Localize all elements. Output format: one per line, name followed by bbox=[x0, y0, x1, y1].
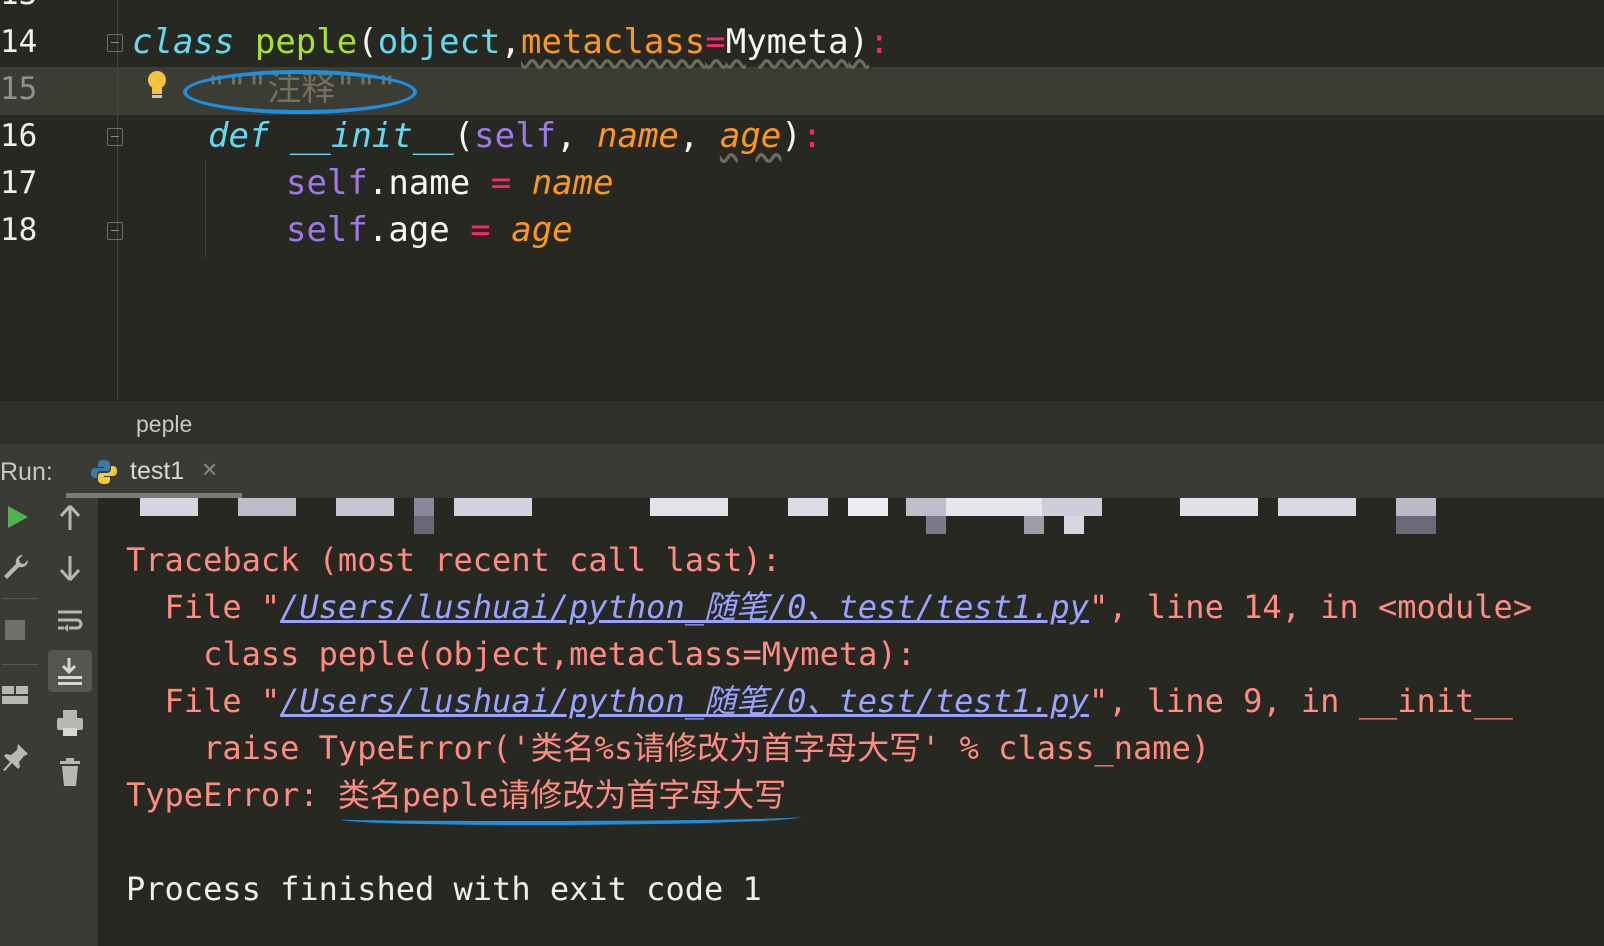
comma: , bbox=[678, 116, 720, 156]
toolbar-separator bbox=[2, 598, 38, 599]
traceback-code-2: raise TypeError('类名%s请修改为首字母大写' % class_… bbox=[126, 729, 1211, 767]
scroll-to-end-icon[interactable] bbox=[54, 654, 86, 690]
traceback-file-line-1: File "/Users/lushuai/python_随笔/0、test/te… bbox=[126, 585, 1533, 629]
keyword-def: def bbox=[208, 116, 270, 156]
attribute: .age bbox=[367, 210, 471, 250]
close-icon[interactable]: × bbox=[202, 454, 217, 485]
paren: ( bbox=[357, 22, 378, 62]
code-line-14[interactable]: class peple(object,metaclass=Mymeta): bbox=[132, 18, 890, 66]
line-number: 18 bbox=[0, 212, 38, 248]
line-number: 17 bbox=[0, 165, 38, 201]
comma: , bbox=[556, 116, 597, 156]
python-icon bbox=[90, 458, 118, 486]
value: age bbox=[511, 210, 573, 250]
line-number-13: 13 bbox=[0, 0, 40, 18]
param-name: name bbox=[597, 116, 679, 156]
fold-toggle-icon[interactable] bbox=[107, 128, 123, 146]
error-message: 类名peple请修改为首字母大写 bbox=[337, 776, 787, 814]
down-arrow-icon[interactable] bbox=[54, 552, 86, 588]
operator: = bbox=[490, 163, 512, 203]
lightbulb-icon[interactable] bbox=[146, 70, 168, 107]
paren: ( bbox=[453, 116, 475, 156]
text: File " bbox=[126, 588, 281, 626]
colon: : bbox=[869, 22, 890, 62]
annotation-circle bbox=[183, 70, 417, 114]
run-tab-test1[interactable]: test1 × bbox=[66, 444, 242, 498]
up-arrow-icon[interactable] bbox=[54, 502, 86, 538]
code-line-17[interactable]: self.name = name bbox=[286, 159, 614, 207]
file-link[interactable]: /Users/lushuai/python_随笔/0、test/test1.py bbox=[280, 588, 1089, 626]
breadcrumb[interactable]: peple bbox=[0, 400, 1604, 445]
exit-message: Process finished with exit code 1 bbox=[126, 870, 762, 908]
wrench-icon[interactable] bbox=[0, 552, 32, 586]
operator: = bbox=[470, 210, 491, 250]
comma: , bbox=[500, 22, 521, 62]
error-type: TypeError: bbox=[126, 776, 338, 814]
self-param: self bbox=[474, 116, 557, 156]
code-editor[interactable]: 13 14 15 16 17 18 class peple(object,met… bbox=[0, 0, 1604, 400]
line-number: 16 bbox=[0, 118, 38, 154]
fold-toggle-icon[interactable] bbox=[107, 34, 123, 52]
line-number: 15 bbox=[0, 71, 38, 107]
paren: ) bbox=[848, 22, 870, 62]
console-output[interactable]: Traceback (most recent call last): File … bbox=[98, 498, 1604, 946]
line-number: 14 bbox=[0, 24, 38, 60]
code-line-18[interactable]: self.age = age bbox=[286, 206, 573, 254]
trash-icon[interactable] bbox=[54, 758, 86, 792]
kwarg-metaclass: metaclass bbox=[521, 22, 706, 62]
breadcrumb-item[interactable]: peple bbox=[136, 411, 192, 438]
file-link[interactable]: /Users/lushuai/python_随笔/0、test/test1.py bbox=[280, 682, 1089, 720]
class-name: peple bbox=[254, 22, 358, 62]
run-tool-window-header: Run: test1 × bbox=[0, 444, 1604, 498]
gutter-divider bbox=[117, 0, 118, 400]
colon: : bbox=[801, 116, 823, 156]
run-tab-label: test1 bbox=[130, 457, 185, 485]
text: File " bbox=[126, 682, 281, 720]
operator: = bbox=[705, 22, 726, 62]
stop-icon[interactable] bbox=[0, 618, 32, 648]
traceback-code-1: class peple(object,metaclass=Mymeta): bbox=[126, 635, 916, 673]
print-icon[interactable] bbox=[54, 708, 86, 742]
traceback-file-line-2: File "/Users/lushuai/python_随笔/0、test/te… bbox=[126, 679, 1513, 723]
value: name bbox=[531, 163, 614, 203]
pin-icon[interactable] bbox=[0, 742, 32, 776]
builtin-object: object bbox=[377, 22, 501, 62]
indent-guide bbox=[205, 160, 206, 258]
run-label: Run: bbox=[0, 458, 53, 486]
metaclass-value: Mymeta bbox=[725, 22, 849, 62]
param-age: age bbox=[719, 116, 782, 156]
traceback-header: Traceback (most recent call last): bbox=[126, 541, 782, 579]
attribute: .name bbox=[367, 163, 491, 203]
paren: ) bbox=[781, 116, 802, 156]
keyword-class: class bbox=[132, 22, 235, 62]
text: ", line 14, in <module> bbox=[1088, 588, 1533, 626]
code-line-16[interactable]: def __init__(self, name, age): bbox=[208, 112, 822, 160]
layout-icon[interactable] bbox=[0, 682, 32, 712]
function-name: __init__ bbox=[289, 116, 454, 156]
annotation-underline bbox=[341, 811, 801, 825]
run-toolbar-left bbox=[0, 498, 43, 946]
fold-end-icon[interactable] bbox=[107, 222, 123, 240]
run-toolbar-right bbox=[42, 498, 98, 946]
soft-wrap-icon[interactable] bbox=[54, 606, 86, 640]
text: ", line 9, in __init__ bbox=[1088, 682, 1513, 720]
self-ref: self bbox=[286, 163, 368, 203]
self-ref: self bbox=[286, 210, 368, 250]
rerun-icon[interactable] bbox=[2, 502, 34, 536]
toolbar-separator bbox=[2, 664, 38, 665]
